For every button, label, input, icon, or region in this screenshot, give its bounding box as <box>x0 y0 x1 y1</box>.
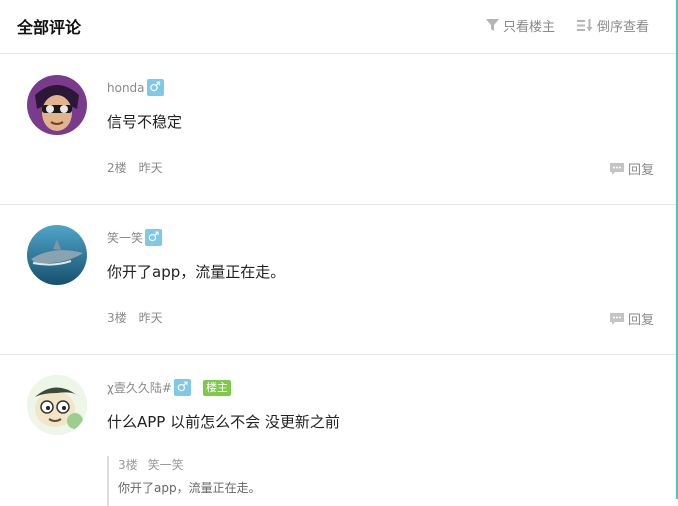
male-gender-icon: ♂ <box>146 79 164 96</box>
comment-text: 什么APP 以前怎么不会 没更新之前 <box>107 413 340 431</box>
comment-text: 你开了app，流量正在走。 <box>107 263 286 281</box>
comment-item: honda ♂ 信号不稳定 2楼 昨天 回复 <box>0 55 676 205</box>
op-badge: 楼主 <box>203 379 231 396</box>
reply-label: 回复 <box>628 163 655 178</box>
username[interactable]: honda <box>107 81 145 95</box>
quote-text: 你开了app，流量正在走。 <box>118 481 261 495</box>
floor-number: 3楼 <box>107 311 127 325</box>
comments-header: 全部评论 只看楼主 倒序查看 <box>0 0 676 54</box>
floor-number: 2楼 <box>107 161 127 175</box>
speech-bubble-icon <box>610 162 624 175</box>
only-op-button[interactable]: 只看楼主 <box>486 16 555 35</box>
comment-time: 昨天 <box>138 311 163 325</box>
comment-meta: 3楼 昨天 <box>107 309 163 326</box>
reply-label: 回复 <box>628 313 655 328</box>
comment-meta: 2楼 昨天 <box>107 159 163 176</box>
male-gender-icon: ♂ <box>145 229 163 246</box>
comments-title: 全部评论 <box>17 18 82 37</box>
comment-text: 信号不稳定 <box>107 113 183 131</box>
filter-icon <box>486 19 499 31</box>
quote-floor: 3楼 <box>118 458 138 472</box>
reverse-order-button[interactable]: 倒序查看 <box>577 16 649 35</box>
reply-button[interactable]: 回复 <box>609 159 654 178</box>
quote-meta: 3楼 笑一笑 <box>118 456 261 473</box>
username[interactable]: χ壹久久陆# <box>107 379 172 396</box>
shark-avatar <box>27 225 87 285</box>
cartoon-avatar <box>27 375 87 435</box>
comment-time: 昨天 <box>138 161 163 175</box>
masked-person-avatar <box>27 75 87 135</box>
user-avatar[interactable] <box>27 375 87 435</box>
reply-button[interactable]: 回复 <box>609 309 654 328</box>
user-avatar[interactable] <box>27 225 87 285</box>
male-gender-icon: ♂ <box>174 379 191 396</box>
speech-bubble-icon <box>610 312 624 325</box>
quote-user[interactable]: 笑一笑 <box>148 458 184 472</box>
sort-icon <box>577 19 593 32</box>
username[interactable]: 笑一笑 <box>107 229 143 246</box>
comment-item: χ壹久久陆# ♂ 楼主 什么APP 以前怎么不会 没更新之前 <box>0 355 676 505</box>
only-op-label: 只看楼主 <box>503 20 556 35</box>
user-avatar[interactable] <box>27 75 87 135</box>
comment-item: 笑一笑 ♂ 你开了app，流量正在走。 3楼 昨天 回复 <box>0 205 676 355</box>
reverse-order-label: 倒序查看 <box>597 20 650 35</box>
